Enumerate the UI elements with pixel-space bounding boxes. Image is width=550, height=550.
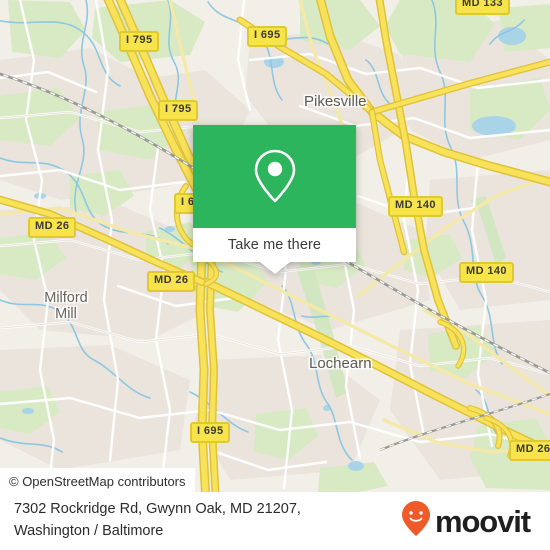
- callout-pin-panel: [193, 125, 356, 228]
- callout-tail-pointer: [259, 262, 290, 274]
- highway-shield-md26-southeast: MD 26: [509, 440, 550, 461]
- highway-shield-md140-east: MD 140: [459, 262, 514, 283]
- map-canvas[interactable]: Pikesville Milford Mill Lochearn I 795 I…: [0, 0, 550, 492]
- osm-attribution-text: © OpenStreetMap contributors: [9, 473, 186, 489]
- highway-shield-md140-north: MD 140: [388, 196, 443, 217]
- map-screenshot: Pikesville Milford Mill Lochearn I 795 I…: [0, 0, 550, 550]
- take-me-there-button[interactable]: Take me there: [193, 228, 356, 262]
- highway-shield-md26-west: MD 26: [28, 217, 77, 238]
- highway-shield-i695-south: I 695: [190, 422, 231, 443]
- footer-bar: 7302 Rockridge Rd, Gwynn Oak, MD 21207, …: [0, 492, 550, 550]
- location-pin-icon: [252, 148, 298, 206]
- highway-shield-i795-south: I 795: [158, 100, 199, 121]
- moovit-pin-icon: [401, 500, 431, 543]
- highway-shield-md133: MD 133: [455, 0, 510, 15]
- address-line-2: Washington / Baltimore: [14, 523, 164, 539]
- highway-shield-i695-north: I 695: [247, 26, 288, 47]
- highway-shield-md26-center: MD 26: [147, 271, 196, 292]
- take-me-there-label: Take me there: [227, 237, 322, 253]
- osm-attribution[interactable]: © OpenStreetMap contributors: [0, 468, 195, 492]
- moovit-wordmark: moovit: [434, 503, 531, 539]
- highway-shield-i795-north: I 795: [119, 31, 160, 52]
- address-line-1: 7302 Rockridge Rd, Gwynn Oak, MD 21207,: [14, 501, 301, 518]
- moovit-brand[interactable]: moovit: [401, 500, 536, 543]
- location-callout-card[interactable]: Take me there: [193, 125, 356, 274]
- address-block: 7302 Rockridge Rd, Gwynn Oak, MD 21207, …: [14, 499, 301, 543]
